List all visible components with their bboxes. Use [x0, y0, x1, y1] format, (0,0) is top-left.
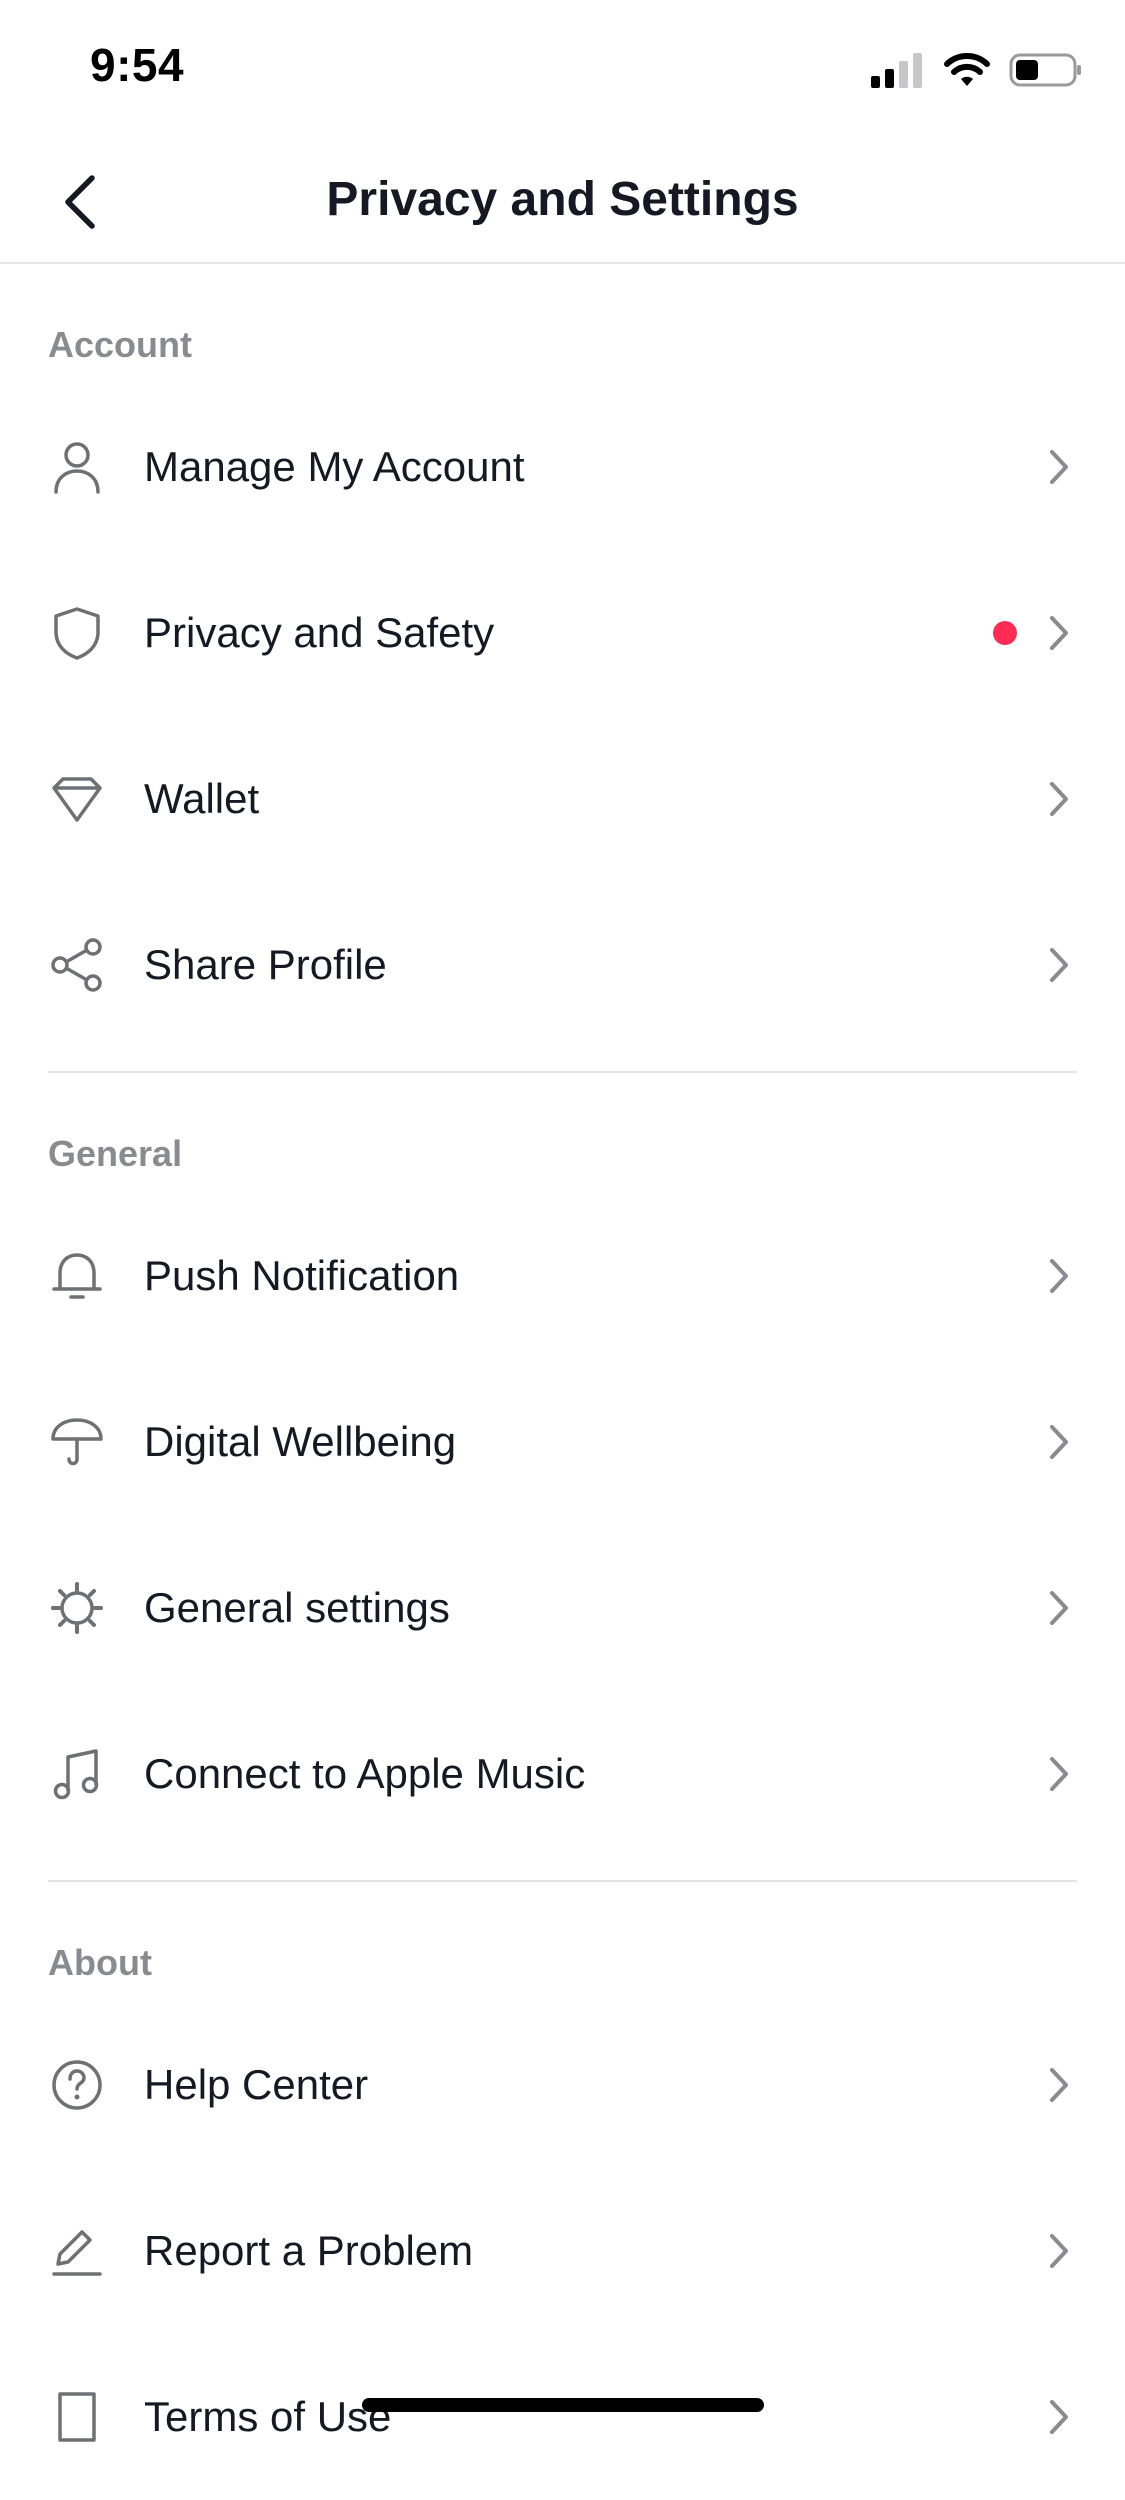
status-icons: [869, 48, 1083, 92]
pencil-icon: [48, 2222, 106, 2280]
settings-item-help-center[interactable]: Help Center: [0, 2002, 1125, 2168]
settings-item-label: Report a Problem: [144, 2227, 474, 2274]
gear-icon: [48, 1579, 106, 1637]
book-icon: [48, 2388, 106, 2446]
section-header-account: Account: [48, 324, 192, 365]
settings-item-terms-of-use[interactable]: Terms of Use: [0, 2334, 1125, 2500]
music-note-icon: [48, 1745, 106, 1803]
chevron-right-icon: [1041, 1586, 1077, 1630]
settings-item-label: General settings: [144, 1584, 450, 1631]
settings-item-share-profile[interactable]: Share Profile: [0, 882, 1125, 1048]
battery-icon: [1009, 52, 1083, 88]
share-icon: [48, 936, 106, 994]
cellular-signal-icon: [869, 52, 925, 88]
settings-item-label: Help Center: [144, 2061, 369, 2108]
settings-item-report-a-problem[interactable]: Report a Problem: [0, 2168, 1125, 2334]
status-bar: 9:54: [0, 0, 1125, 132]
section-divider: [48, 1071, 1077, 1073]
settings-item-label: Terms of Use: [144, 2393, 392, 2440]
chevron-right-icon: [1041, 1254, 1077, 1298]
section-header-about: About: [48, 1942, 152, 1983]
notification-dot: [993, 621, 1017, 645]
settings-item-label: Push Notification: [144, 1252, 460, 1299]
section-divider: [48, 1880, 1077, 1882]
diamond-icon: [48, 770, 106, 828]
chevron-right-icon: [1041, 445, 1077, 489]
wifi-icon: [943, 52, 991, 88]
nav-bar: Privacy and Settings: [0, 132, 1125, 264]
settings-item-label: Digital Wellbeing: [144, 1418, 457, 1465]
chevron-right-icon: [1041, 1420, 1077, 1464]
home-indicator: [362, 2398, 764, 2412]
settings-item-label: Privacy and Safety: [144, 609, 495, 656]
status-time: 9:54: [90, 39, 185, 91]
settings-item-general-settings[interactable]: General settings: [0, 1525, 1125, 1691]
chevron-right-icon: [1041, 943, 1077, 987]
help-circle-icon: [48, 2056, 106, 2114]
chevron-right-icon: [1041, 2063, 1077, 2107]
chevron-right-icon: [1041, 2229, 1077, 2273]
chevron-right-icon: [1041, 2395, 1077, 2439]
shield-icon: [48, 604, 106, 662]
chevron-right-icon: [1041, 1752, 1077, 1796]
person-icon: [48, 438, 106, 496]
section-header-general: General: [48, 1133, 183, 1174]
settings-item-push-notification[interactable]: Push Notification: [0, 1193, 1125, 1359]
settings-item-connect-to-apple-music[interactable]: Connect to Apple Music: [0, 1691, 1125, 1857]
settings-item-digital-wellbeing[interactable]: Digital Wellbeing: [0, 1359, 1125, 1525]
chevron-right-icon: [1041, 777, 1077, 821]
settings-item-label: Share Profile: [144, 941, 387, 988]
umbrella-icon: [48, 1413, 106, 1471]
settings-item-manage-my-account[interactable]: Manage My Account: [0, 384, 1125, 550]
chevron-right-icon: [1041, 611, 1077, 655]
settings-item-label: Connect to Apple Music: [144, 1750, 586, 1797]
bell-icon: [48, 1247, 106, 1305]
settings-item-wallet[interactable]: Wallet: [0, 716, 1125, 882]
settings-item-label: Manage My Account: [144, 443, 525, 490]
settings-item-label: Wallet: [144, 775, 260, 822]
settings-item-privacy-and-safety[interactable]: Privacy and Safety: [0, 550, 1125, 716]
page-title: Privacy and Settings: [326, 173, 799, 226]
